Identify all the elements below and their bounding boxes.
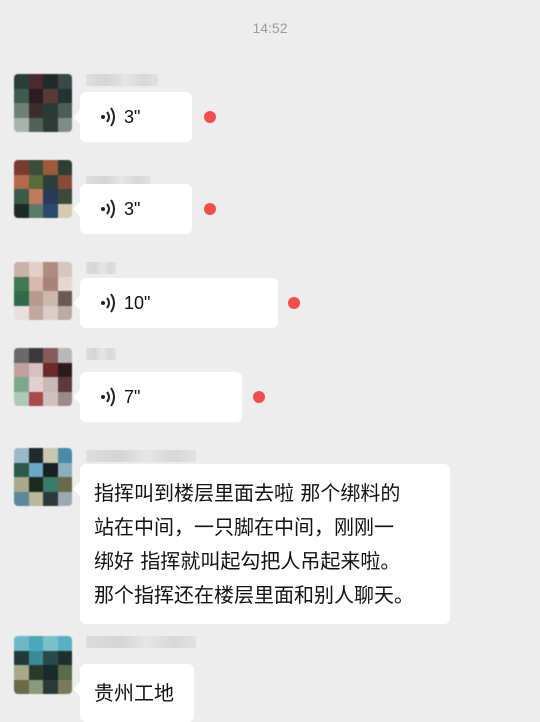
unread-dot	[204, 203, 216, 215]
avatar[interactable]	[14, 348, 72, 406]
message-line: 指挥叫到楼层里面去啦 那个绑料的	[94, 481, 401, 505]
sender-name	[86, 74, 158, 86]
message-line: 贵州工地	[94, 681, 174, 705]
message-line: 站在中间，一只脚在中间，刚刚一	[94, 515, 394, 539]
message-line: 那个指挥还在楼层里面和别人聊天。	[94, 583, 414, 607]
timestamp: 14:52	[252, 20, 288, 36]
avatar[interactable]	[14, 160, 72, 218]
avatar[interactable]	[14, 74, 72, 132]
unread-dot	[288, 297, 300, 309]
voice-duration: 3"	[124, 198, 141, 219]
voice-duration: 3"	[124, 106, 141, 127]
voice-duration: 10"	[124, 292, 151, 313]
voice-message-bubble[interactable]: 3"	[73, 92, 192, 142]
message-line: 绑好 指挥就叫起勾把人吊起来啦。	[94, 549, 401, 573]
voice-message-bubble[interactable]: 3"	[73, 184, 192, 234]
voice-message-bubble[interactable]: 10"	[73, 278, 278, 328]
sender-name	[86, 348, 116, 360]
text-message-bubble[interactable]: 贵州工地	[73, 664, 194, 722]
voice-duration: 7"	[124, 386, 141, 407]
avatar[interactable]	[14, 448, 72, 506]
sender-name	[86, 262, 116, 274]
sender-name	[86, 450, 196, 462]
voice-wave-icon	[101, 293, 115, 313]
unread-dot	[253, 391, 265, 403]
sender-name	[86, 636, 196, 648]
avatar[interactable]	[14, 262, 72, 320]
voice-wave-icon	[101, 107, 115, 127]
voice-wave-icon	[101, 199, 115, 219]
unread-dot	[204, 111, 216, 123]
voice-message-bubble[interactable]: 7"	[73, 372, 242, 422]
voice-wave-icon	[101, 387, 115, 407]
avatar[interactable]	[14, 636, 72, 694]
text-message-bubble[interactable]: 指挥叫到楼层里面去啦 那个绑料的 站在中间，一只脚在中间，刚刚一 绑好 指挥就叫…	[73, 464, 450, 624]
